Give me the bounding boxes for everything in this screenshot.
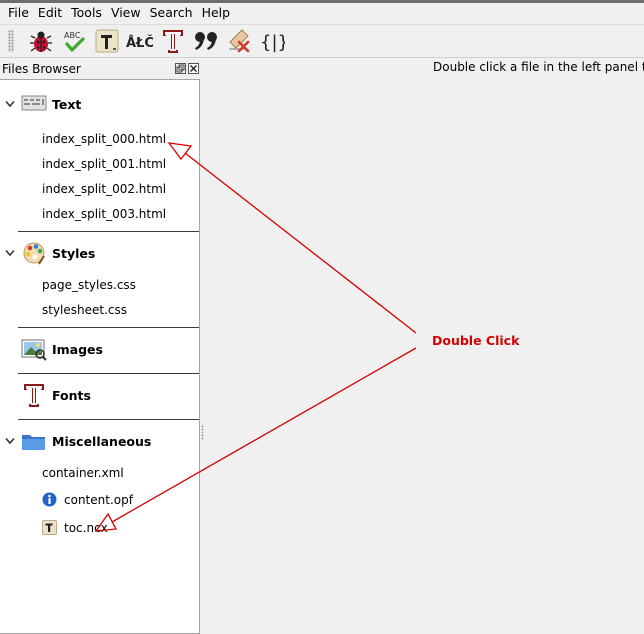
insert-special-character-button[interactable]: ÅŁČ [123, 26, 156, 56]
svg-text:ABC: ABC [64, 31, 81, 40]
file-item-label: content.opf [64, 493, 133, 507]
files-browser-tree: Text index_split_000.html index_split_00… [0, 79, 200, 634]
menu-edit[interactable]: Edit [34, 4, 66, 22]
main-editor-area: Double click a file in the left panel to [201, 59, 644, 634]
group-separator [18, 327, 199, 328]
file-item[interactable]: index_split_002.html [42, 182, 166, 196]
close-icon [190, 65, 197, 72]
float-icon [176, 64, 185, 73]
chevron-down-icon[interactable] [5, 248, 15, 258]
text-tool-button[interactable] [90, 26, 123, 56]
spellcheck-icon: ABC [64, 31, 85, 52]
file-item[interactable]: container.xml [42, 466, 124, 480]
text-folder-icon [21, 95, 47, 111]
font-t-icon [162, 30, 183, 53]
text-tool-icon [95, 29, 118, 53]
panel-splitter-handle[interactable] [201, 425, 204, 441]
folder-icon [22, 435, 45, 450]
font-t-icon [24, 384, 44, 407]
file-item-label: toc.ncx [64, 521, 108, 535]
annotation-label: Double Click [432, 333, 520, 348]
tree-group-styles[interactable]: Styles [0, 238, 198, 268]
group-label-text: Text [52, 97, 82, 112]
group-label-images: Images [52, 342, 103, 357]
group-label-fonts: Fonts [52, 388, 91, 403]
empty-editor-message: Double click a file in the left panel to [433, 60, 644, 74]
close-panel-button[interactable] [188, 63, 199, 74]
panel-controls [175, 63, 199, 74]
eraser-icon [228, 29, 249, 53]
group-separator [18, 419, 199, 420]
chevron-down-icon[interactable] [5, 99, 15, 109]
menu-tools[interactable]: Tools [67, 4, 106, 22]
tree-group-text[interactable]: Text [0, 89, 198, 119]
group-separator [18, 373, 199, 374]
menu-search[interactable]: Search [146, 4, 197, 22]
validate-epub-button[interactable] [24, 26, 57, 56]
group-label-styles: Styles [52, 246, 96, 261]
info-icon [42, 492, 57, 507]
file-item[interactable]: stylesheet.css [42, 303, 127, 317]
palette-icon [23, 242, 45, 265]
file-item[interactable]: index_split_000.html [42, 132, 166, 146]
files-browser-title: Files Browser [0, 60, 200, 78]
menu-help[interactable]: Help [198, 4, 235, 22]
panel-title-label: Files Browser [2, 62, 81, 76]
braces-icon: {|} [260, 32, 285, 53]
toolbar-grip[interactable] [8, 30, 14, 52]
spellcheck-button[interactable]: ABC [57, 26, 90, 56]
tree-group-miscellaneous[interactable]: Miscellaneous [0, 426, 198, 456]
chevron-down-icon[interactable] [5, 436, 15, 446]
toolbar: ABC ÅŁČ {| [0, 24, 644, 58]
code-view-button[interactable]: {|} [255, 26, 288, 56]
tree-group-fonts[interactable]: Fonts [0, 380, 198, 410]
menu-bar: File Edit Tools View Search Help [0, 3, 644, 23]
bug-icon [29, 31, 52, 52]
float-panel-button[interactable] [175, 63, 186, 74]
tree-group-images[interactable]: Images [0, 334, 198, 364]
svg-text:ÅŁČ: ÅŁČ [126, 35, 154, 51]
blockquote-button[interactable] [189, 26, 222, 56]
group-label-miscellaneous: Miscellaneous [52, 434, 152, 449]
group-separator [18, 231, 199, 232]
file-item[interactable]: index_split_001.html [42, 157, 166, 171]
image-icon [21, 339, 47, 361]
menu-file[interactable]: File [4, 4, 33, 22]
text-file-icon [42, 520, 57, 535]
clear-formatting-button[interactable] [222, 26, 255, 56]
fonts-tool-button[interactable] [156, 26, 189, 56]
special-characters-icon: ÅŁČ [126, 35, 154, 51]
file-item[interactable]: index_split_003.html [42, 207, 166, 221]
menu-view[interactable]: View [107, 4, 145, 22]
quote-icon [194, 32, 217, 50]
file-item[interactable]: page_styles.css [42, 278, 136, 292]
svg-text:{|}: {|} [260, 32, 285, 53]
